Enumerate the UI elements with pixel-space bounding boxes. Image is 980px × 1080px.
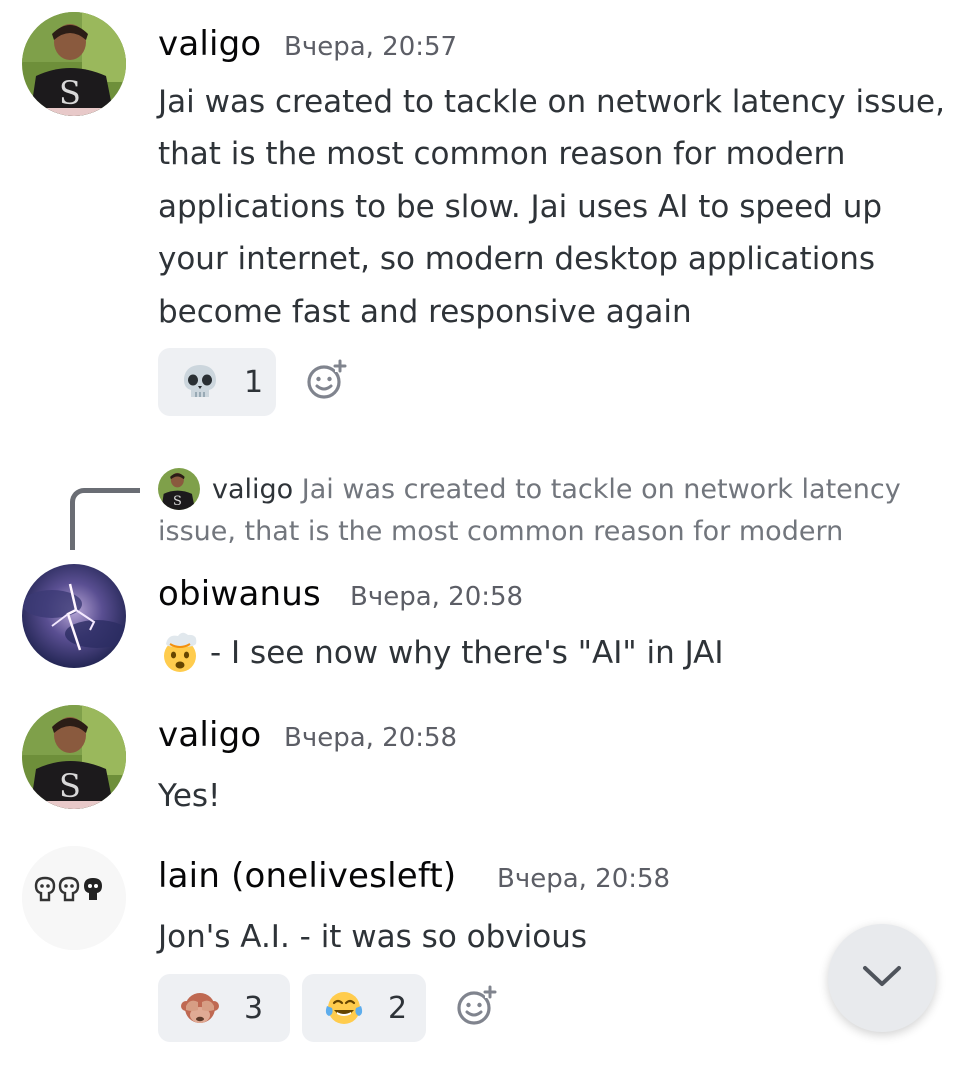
- reaction-tears-of-joy[interactable]: 2: [302, 974, 426, 1042]
- reply-snippet: Jai was created to tackle on network lat…: [301, 474, 901, 505]
- message-line: become fast and responsive again: [158, 294, 692, 330]
- avatar-valigo[interactable]: S: [22, 12, 126, 116]
- avatar-obiwanus[interactable]: [22, 564, 126, 668]
- message-line: that is the most common reason for moder…: [158, 136, 846, 172]
- skull-icon: [180, 362, 220, 402]
- reaction-see-no-evil[interactable]: 3: [158, 974, 290, 1042]
- reaction-count: 3: [244, 990, 264, 1026]
- message-author[interactable]: valigo: [158, 715, 261, 755]
- message-timestamp: Вчера, 20:58: [350, 582, 524, 612]
- message-text: - I see now why there's "AI" in JAI: [210, 635, 724, 671]
- avatar-valigo[interactable]: S: [22, 705, 126, 809]
- tears-of-joy-icon: [324, 988, 364, 1028]
- message-line: applications to be slow. Jai uses AI to …: [158, 189, 883, 225]
- message-text: Jon's A.I. - it was so obvious: [158, 919, 588, 955]
- reaction-count: 2: [388, 990, 408, 1026]
- message-line: Jai was created to tackle on network lat…: [158, 84, 945, 120]
- message-author[interactable]: lain (onelivesleft): [158, 856, 456, 896]
- svg-text:S: S: [173, 494, 182, 509]
- reaction-skull[interactable]: 1: [158, 348, 276, 416]
- svg-text:S: S: [59, 767, 81, 805]
- message-author[interactable]: obiwanus: [158, 574, 321, 614]
- message-text: Yes!: [158, 778, 221, 814]
- add-reaction-icon[interactable]: [454, 984, 498, 1028]
- reply-snippet-continued: issue, that is the most common reason fo…: [158, 516, 844, 547]
- svg-text:S: S: [59, 74, 81, 112]
- reply-avatar-valigo[interactable]: S: [158, 468, 200, 510]
- reply-preview[interactable]: valigo Jai was created to tackle on netw…: [212, 469, 901, 511]
- reply-author[interactable]: valigo: [212, 474, 293, 505]
- message-timestamp: Вчера, 20:57: [284, 32, 458, 62]
- message-line: your internet, so modern desktop applica…: [158, 241, 876, 277]
- message-timestamp: Вчера, 20:58: [284, 723, 458, 753]
- chevron-down-icon: [860, 961, 904, 995]
- reaction-count: 1: [244, 364, 264, 400]
- message-timestamp: Вчера, 20:58: [497, 864, 671, 894]
- jump-to-bottom-button[interactable]: [828, 924, 936, 1032]
- avatar-lain[interactable]: [22, 846, 126, 950]
- add-reaction-icon[interactable]: [304, 358, 348, 402]
- message-author[interactable]: valigo: [158, 24, 261, 64]
- exploding-head-icon: [158, 630, 202, 674]
- reply-connector: [70, 488, 140, 550]
- see-no-evil-monkey-icon: [180, 988, 220, 1028]
